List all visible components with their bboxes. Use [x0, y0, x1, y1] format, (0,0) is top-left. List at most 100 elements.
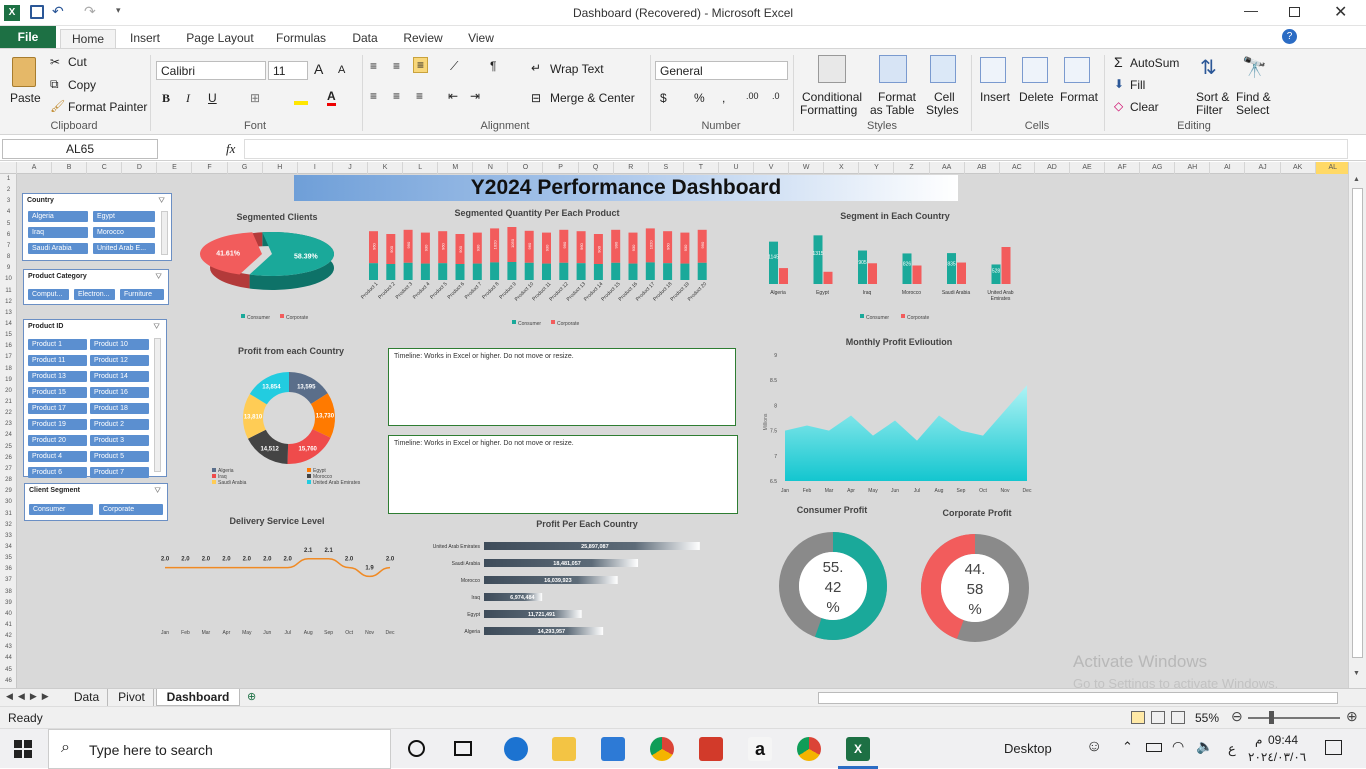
borders-icon[interactable]: ⊞	[250, 91, 260, 105]
column-header[interactable]: J	[333, 162, 368, 174]
bold-button[interactable]: B	[162, 91, 170, 106]
row-header[interactable]: 5	[0, 219, 17, 230]
file-explorer-icon[interactable]	[552, 737, 576, 761]
row-header[interactable]: 8	[0, 252, 17, 263]
column-header[interactable]: AI	[1210, 162, 1246, 174]
column-header[interactable]: AD	[1035, 162, 1070, 174]
help-icon[interactable]: ?	[1282, 29, 1297, 44]
comma-icon[interactable]: ,	[722, 91, 725, 105]
align-top-icon[interactable]: ≡	[370, 59, 377, 73]
cortana-icon[interactable]	[408, 740, 425, 757]
column-header[interactable]: P	[544, 162, 579, 174]
decrease-decimal-icon[interactable]: .0	[772, 91, 780, 101]
align-bottom-icon[interactable]: ≡	[413, 57, 429, 73]
task-view-icon[interactable]	[454, 741, 472, 756]
row-header[interactable]: 30	[0, 497, 17, 508]
column-header[interactable]: C	[87, 162, 123, 174]
row-header[interactable]: 13	[0, 308, 17, 319]
column-header[interactable]: A	[17, 162, 53, 174]
amazon-icon[interactable]: a	[748, 737, 772, 761]
row-header[interactable]: 12	[0, 297, 17, 308]
row-header[interactable]: 29	[0, 486, 17, 497]
normal-view-icon[interactable]	[1131, 711, 1145, 724]
scroll-up-icon[interactable]: ▲	[1353, 176, 1360, 183]
increase-decimal-icon[interactable]: .00	[746, 91, 759, 101]
clock-time[interactable]: 09:44	[1268, 733, 1298, 747]
row-header[interactable]: 10	[0, 274, 17, 285]
row-header[interactable]: 21	[0, 397, 17, 408]
italic-button[interactable]: I	[186, 91, 190, 106]
column-header[interactable]: S	[649, 162, 684, 174]
paste-icon[interactable]	[12, 57, 36, 87]
chrome-icon-1[interactable]	[650, 737, 674, 761]
row-header[interactable]: 20	[0, 386, 17, 397]
tab-view[interactable]: View	[460, 29, 502, 48]
align-center-icon[interactable]: ≡	[393, 89, 400, 103]
column-header[interactable]: E	[157, 162, 193, 174]
row-header[interactable]: 15	[0, 330, 17, 341]
column-header[interactable]: AJ	[1246, 162, 1281, 174]
column-header[interactable]: M	[438, 162, 474, 174]
formula-input[interactable]	[244, 139, 1348, 159]
language-indicator[interactable]: ع	[1228, 741, 1236, 757]
row-header[interactable]: 45	[0, 665, 17, 676]
orientation-icon[interactable]: ⟋	[450, 59, 458, 74]
row-header[interactable]: 14	[0, 319, 17, 330]
page-layout-view-icon[interactable]	[1151, 711, 1165, 724]
insert-cells-icon[interactable]	[980, 57, 1006, 83]
sheet-tab-data[interactable]: Data	[66, 689, 108, 706]
format-painter-icon[interactable]: 🖌	[50, 99, 65, 113]
tab-data[interactable]: Data	[344, 29, 386, 48]
row-header[interactable]: 18	[0, 364, 17, 375]
horizontal-scrollbar[interactable]	[818, 692, 1338, 704]
row-header[interactable]: 16	[0, 341, 17, 352]
column-header[interactable]: D	[122, 162, 158, 174]
row-header[interactable]: 4	[0, 207, 17, 218]
excel-taskbar-icon[interactable]: X	[846, 737, 870, 761]
vertical-scrollbar[interactable]: ▲ ▼	[1348, 162, 1366, 688]
column-header[interactable]: F	[193, 162, 228, 174]
wifi-icon[interactable]: ◠	[1172, 738, 1184, 755]
wrap-text-button[interactable]: Wrap Text	[550, 62, 604, 76]
volume-icon[interactable]: 🔈	[1196, 738, 1213, 755]
taskbar-search-box[interactable]: ⌕ Type here to search	[48, 729, 391, 769]
increase-indent-icon[interactable]: ⇥	[470, 89, 480, 103]
row-header[interactable]: 28	[0, 475, 17, 486]
fill-icon[interactable]: ⬇	[1114, 77, 1124, 91]
row-header[interactable]: 37	[0, 575, 17, 586]
cell-styles-icon[interactable]	[930, 55, 956, 83]
row-header[interactable]: 22	[0, 408, 17, 419]
edge-icon[interactable]	[504, 737, 528, 761]
column-header[interactable]: K	[368, 162, 404, 174]
column-header[interactable]: AA	[930, 162, 965, 174]
align-middle-icon[interactable]: ≡	[393, 59, 400, 73]
tab-file[interactable]: File	[0, 26, 56, 48]
minimize-button[interactable]: —	[1244, 2, 1258, 18]
column-header[interactable]: O	[508, 162, 544, 174]
column-header[interactable]: Y	[859, 162, 895, 174]
clear-icon[interactable]: ◇	[1114, 99, 1123, 113]
clock-date[interactable]: ٢٠٢٤/٠٣/٠٦	[1248, 750, 1306, 764]
format-as-table-button-line2[interactable]: as Table	[870, 103, 914, 117]
column-header[interactable]: AC	[1000, 162, 1035, 174]
name-box[interactable]: AL65	[2, 139, 158, 159]
font-size-input[interactable]: 11	[268, 61, 308, 80]
format-as-table-button[interactable]: Format	[878, 90, 916, 104]
sheet-tab-dashboard[interactable]: Dashboard	[156, 689, 240, 706]
tab-formulas[interactable]: Formulas	[270, 29, 332, 48]
row-header[interactable]: 24	[0, 430, 17, 441]
scroll-thumb[interactable]	[1352, 188, 1363, 658]
row-header[interactable]: 42	[0, 631, 17, 642]
page-break-view-icon[interactable]	[1171, 711, 1185, 724]
format-painter-button[interactable]: Format Painter	[68, 100, 147, 114]
close-button[interactable]: ✕	[1334, 2, 1347, 22]
row-header[interactable]: 26	[0, 453, 17, 464]
column-header[interactable]: N	[473, 162, 509, 174]
column-header[interactable]: B	[52, 162, 88, 174]
column-header[interactable]: AL	[1315, 162, 1351, 174]
font-name-input[interactable]: Calibri	[156, 61, 266, 80]
notification-icon[interactable]	[1325, 740, 1342, 755]
column-header[interactable]: AG	[1140, 162, 1176, 174]
row-header[interactable]: 1	[0, 174, 17, 185]
column-header[interactable]: AH	[1175, 162, 1211, 174]
